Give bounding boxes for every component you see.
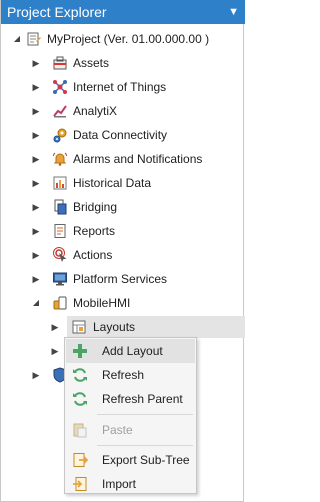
tree-root-row[interactable]: ◢ MyProject (Ver. 01.00.000.00 ) (1, 27, 245, 51)
expand-arrow-icon[interactable]: ▶ (31, 81, 41, 93)
expand-arrow-icon[interactable]: ▶ (50, 321, 60, 333)
menu-item-label: Paste (102, 423, 133, 437)
menu-item-label: Refresh (102, 368, 145, 382)
menu-item-add-layout[interactable]: Add Layout (66, 339, 195, 363)
tree-root-label: MyProject (Ver. 01.00.000.00 ) (47, 32, 210, 46)
project-explorer-panel: Project Explorer ▼ ◢ MyProject (Ver. 01.… (0, 0, 245, 502)
export-icon (72, 452, 89, 468)
menu-separator (97, 445, 193, 446)
tree-item-label: Actions (73, 248, 113, 262)
tree-item-reports[interactable]: ▶ Reports (1, 219, 245, 243)
alarm-bell-icon (52, 151, 68, 167)
menu-item-refresh[interactable]: Refresh (66, 363, 195, 387)
mobilehmi-icon (52, 295, 68, 311)
expand-arrow-icon[interactable]: ▶ (31, 273, 41, 285)
tree-item-label: MobileHMI (73, 296, 131, 310)
paste-icon (72, 422, 88, 438)
analytix-icon (52, 103, 68, 119)
tree-item-historical-data[interactable]: ▶ Historical Data (1, 171, 245, 195)
context-menu: Add Layout Refresh Refresh Parent Paste (64, 337, 197, 494)
tree-item-layouts[interactable]: ▶ Layouts (1, 315, 245, 339)
tree-item-analytix[interactable]: ▶ AnalytiX (1, 99, 245, 123)
expand-arrow-icon[interactable]: ▶ (31, 249, 41, 261)
tree-item-label: Historical Data (73, 176, 152, 190)
tree-item-platform-services[interactable]: ▶ Platform Services (1, 267, 245, 291)
collapse-arrow-icon[interactable]: ◢ (31, 297, 41, 309)
panel-title: Project Explorer (7, 4, 107, 20)
tree-item-label: Assets (73, 56, 110, 70)
reports-icon (52, 223, 68, 239)
tree-item-mobilehmi[interactable]: ◢ MobileHMI (1, 291, 245, 315)
bridging-icon (52, 199, 68, 215)
expand-arrow-icon[interactable]: ▶ (31, 105, 41, 117)
assets-icon (52, 55, 68, 71)
panel-header: Project Explorer ▼ (1, 0, 245, 24)
import-icon (72, 476, 88, 492)
expand-arrow-icon[interactable]: ▶ (50, 345, 60, 357)
expand-arrow-icon[interactable]: ▶ (31, 201, 41, 213)
project-icon (26, 31, 42, 47)
expand-arrow-icon[interactable]: ▶ (31, 225, 41, 237)
expand-arrow-icon[interactable]: ▶ (31, 57, 41, 69)
menu-item-export-sub-tree[interactable]: Export Sub-Tree (66, 448, 195, 472)
tree-item-label: Layouts (93, 320, 136, 334)
tree-item-assets[interactable]: ▶ Assets (1, 51, 245, 75)
historical-data-icon (52, 175, 68, 191)
panel-menu-dropdown-icon[interactable]: ▼ (228, 4, 239, 20)
expand-arrow-icon[interactable]: ▶ (31, 177, 41, 189)
menu-item-label: Export Sub-Tree (102, 453, 190, 467)
refresh-parent-icon (72, 391, 88, 407)
tree-item-label: Data Connectivity (73, 128, 168, 142)
menu-item-paste: Paste (66, 418, 195, 442)
tree-item-alarms[interactable]: ▶ Alarms and Notifications (1, 147, 245, 171)
menu-separator (97, 414, 193, 415)
data-connectivity-icon (52, 127, 68, 143)
expand-arrow-icon[interactable]: ▶ (31, 153, 41, 165)
menu-item-label: Add Layout (102, 344, 163, 358)
tree-item-actions[interactable]: ▶ Actions (1, 243, 245, 267)
menu-item-refresh-parent[interactable]: Refresh Parent (66, 387, 195, 411)
tree-item-label: AnalytiX (73, 104, 118, 118)
menu-item-import[interactable]: Import (66, 472, 195, 496)
expand-arrow-icon[interactable]: ▶ (31, 129, 41, 141)
tree-item-data-connectivity[interactable]: ▶ Data Connectivity (1, 123, 245, 147)
tree-item-label: Reports (73, 224, 116, 238)
collapse-arrow-icon[interactable]: ◢ (12, 33, 22, 45)
add-icon (72, 343, 88, 359)
tree-item-label: Bridging (73, 200, 118, 214)
menu-item-label: Import (102, 477, 137, 491)
tree-item-bridging[interactable]: ▶ Bridging (1, 195, 245, 219)
tree-item-label: Platform Services (73, 272, 168, 286)
actions-icon (52, 247, 68, 263)
tree-item-label: Internet of Things (73, 80, 167, 94)
layouts-icon (71, 319, 87, 335)
tree-item-iot[interactable]: ▶ Internet of Things (1, 75, 245, 99)
menu-item-label: Refresh Parent (102, 392, 183, 406)
expand-arrow-icon[interactable]: ▶ (31, 369, 41, 381)
refresh-icon (72, 367, 88, 383)
platform-services-icon (52, 271, 68, 287)
tree-item-label: Alarms and Notifications (73, 152, 203, 166)
iot-icon (52, 79, 68, 95)
